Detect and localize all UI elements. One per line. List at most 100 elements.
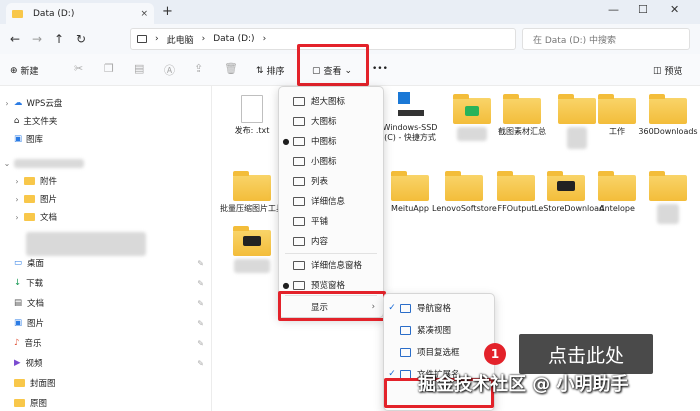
- submenu-item-checkboxes[interactable]: 项目复选框: [384, 342, 494, 362]
- sidebar-item-attach[interactable]: › 附件: [10, 172, 57, 190]
- sort-icon: ⇅: [256, 65, 264, 76]
- sidebar-item-downloads[interactable]: ↓ 下载 ✎: [0, 274, 210, 292]
- refresh-icon[interactable]: ↻: [70, 32, 92, 46]
- menu-item-list[interactable]: 列表: [279, 171, 383, 191]
- blurred-label: [234, 259, 270, 273]
- blurred-region: [26, 232, 146, 256]
- sidebar-item-docs[interactable]: ▤ 文档 ✎: [0, 294, 210, 312]
- file-item[interactable]: [220, 226, 284, 273]
- grid-icon: [293, 156, 305, 166]
- file-item[interactable]: 360Downloads: [636, 94, 700, 137]
- file-name: 工作: [609, 127, 625, 136]
- tab-title: Data (D:): [33, 8, 75, 19]
- menu-item-details[interactable]: 详细信息: [279, 191, 383, 211]
- rename-icon[interactable]: Ⓐ: [164, 62, 175, 78]
- menu-item-medium-icons[interactable]: ● 中图标: [279, 131, 383, 151]
- selected-dot-icon: ●: [282, 280, 290, 290]
- file-name: 360Downloads: [638, 127, 698, 136]
- sidebar-item-music[interactable]: ♪ 音乐 ✎: [0, 334, 210, 352]
- copy-icon[interactable]: ❐: [104, 62, 114, 75]
- cut-icon[interactable]: ✂: [74, 62, 83, 75]
- computer-icon: [137, 35, 147, 43]
- blurred-label: [657, 204, 679, 224]
- file-name: MeituApp: [391, 204, 429, 213]
- menu-item-label: 超大图标: [311, 97, 346, 107]
- sidebar-item-home[interactable]: ⌂ 主文件夹: [0, 112, 57, 130]
- new-button[interactable]: ⊕ 新建: [10, 64, 39, 78]
- share-icon[interactable]: ⇪: [194, 62, 203, 75]
- minimize-button[interactable]: —: [608, 3, 619, 16]
- cloud-icon: ☁: [14, 98, 23, 108]
- sidebar-item-pictures[interactable]: ▣ 图片 ✎: [0, 314, 210, 332]
- folder-icon: [233, 226, 271, 256]
- folder-icon: [14, 379, 25, 387]
- breadcrumb-this-pc[interactable]: 此电脑: [167, 33, 194, 46]
- home-icon: ⌂: [14, 116, 20, 126]
- sidebar-item-original[interactable]: 原图: [0, 394, 210, 411]
- blurred-label: [14, 158, 84, 168]
- selected-dot-icon: ●: [282, 136, 290, 146]
- sidebar-item-label: 封面图: [30, 379, 56, 389]
- tiles-icon: [293, 216, 305, 226]
- view-dropdown-menu: 超大图标 大图标 ● 中图标 小图标 列表 详细信息 平铺 内容 详细信息窗格 …: [278, 86, 384, 318]
- sidebar-item-videos[interactable]: ▶ 视频 ✎: [0, 354, 210, 372]
- folder-icon: [598, 94, 636, 124]
- tab-close-icon[interactable]: ×: [140, 9, 148, 19]
- delete-icon[interactable]: 🗑: [224, 62, 238, 75]
- file-item[interactable]: Windows-SSD (C) - 快捷方式: [378, 92, 442, 143]
- sidebar-item-label: 文档: [27, 299, 45, 309]
- nav-pane-icon: [400, 303, 411, 313]
- sidebar-item-docs-a[interactable]: › 文档: [10, 208, 57, 226]
- chevron-right-icon: ›: [5, 98, 9, 108]
- file-item[interactable]: [636, 171, 700, 224]
- file-item[interactable]: 批量压缩图片工具: [220, 171, 284, 214]
- sidebar-item-cover[interactable]: 封面图: [0, 374, 210, 392]
- menu-item-extra-large-icons[interactable]: 超大图标: [279, 91, 383, 111]
- menu-item-large-icons[interactable]: 大图标: [279, 111, 383, 131]
- chevron-down-icon: ⌄: [3, 158, 11, 168]
- sidebar-item-label: 文档: [40, 213, 58, 223]
- sidebar-item-label: 视频: [25, 359, 43, 369]
- new-tab-button[interactable]: +: [162, 4, 173, 19]
- sidebar-item-gallery[interactable]: ▣ 图库: [0, 130, 43, 148]
- more-options-button[interactable]: •••: [372, 64, 388, 74]
- close-button[interactable]: ✕: [670, 3, 679, 16]
- file-name: Windows-SSD (C) - 快捷方式: [382, 123, 438, 142]
- folder-icon: [503, 94, 541, 124]
- menu-item-label: 详细信息窗格: [311, 261, 363, 271]
- sidebar-item-pictures-a[interactable]: › 图片: [10, 190, 57, 208]
- sidebar-item-wps[interactable]: › ☁ WPS云盘: [0, 94, 62, 112]
- submenu-item-compact[interactable]: 紧凑视图: [384, 320, 494, 340]
- submenu-item-nav-pane[interactable]: ✓ 导航窗格: [384, 298, 494, 318]
- file-item[interactable]: 发布: .txt: [220, 95, 284, 136]
- up-arrow-icon[interactable]: ↑: [48, 32, 70, 46]
- document-icon: ▤: [14, 298, 23, 308]
- gallery-icon: ▣: [14, 134, 23, 144]
- sidebar-item-blurred[interactable]: ⌄: [0, 154, 84, 172]
- monitor-icon: [293, 116, 305, 126]
- compact-view-icon: [400, 325, 411, 335]
- tab-data-drive[interactable]: Data (D:) ×: [6, 3, 154, 24]
- menu-item-tiles[interactable]: 平铺: [279, 211, 383, 231]
- breadcrumb-drive[interactable]: Data (D:): [213, 34, 254, 44]
- back-arrow-icon[interactable]: ←: [4, 32, 26, 46]
- sidebar-item-label: 原图: [30, 399, 48, 409]
- menu-item-small-icons[interactable]: 小图标: [279, 151, 383, 171]
- paste-icon[interactable]: ▤: [134, 62, 144, 75]
- sidebar-item-desktop[interactable]: ▭ 桌面 ✎: [0, 254, 210, 272]
- file-name: 批量压缩图片工具: [220, 204, 284, 213]
- preview-button[interactable]: ◫ 预览: [653, 64, 683, 78]
- forward-arrow-icon[interactable]: →: [26, 32, 48, 46]
- preview-pane-icon: [293, 280, 305, 290]
- sidebar-item-label: 图片: [27, 319, 45, 329]
- maximize-button[interactable]: ☐: [638, 3, 648, 16]
- menu-item-content[interactable]: 内容: [279, 231, 383, 251]
- sort-button[interactable]: ⇅ 排序: [256, 64, 285, 78]
- chevron-right-icon: ›: [15, 176, 19, 186]
- search-input[interactable]: 在 Data (D:) 中搜索: [522, 28, 690, 50]
- menu-separator: [285, 253, 377, 254]
- folder-icon: [24, 213, 35, 221]
- sidebar-item-label: 图库: [26, 135, 44, 145]
- submenu-item-label: 导航窗格: [417, 304, 452, 314]
- menu-item-details-pane[interactable]: 详细信息窗格: [279, 255, 383, 275]
